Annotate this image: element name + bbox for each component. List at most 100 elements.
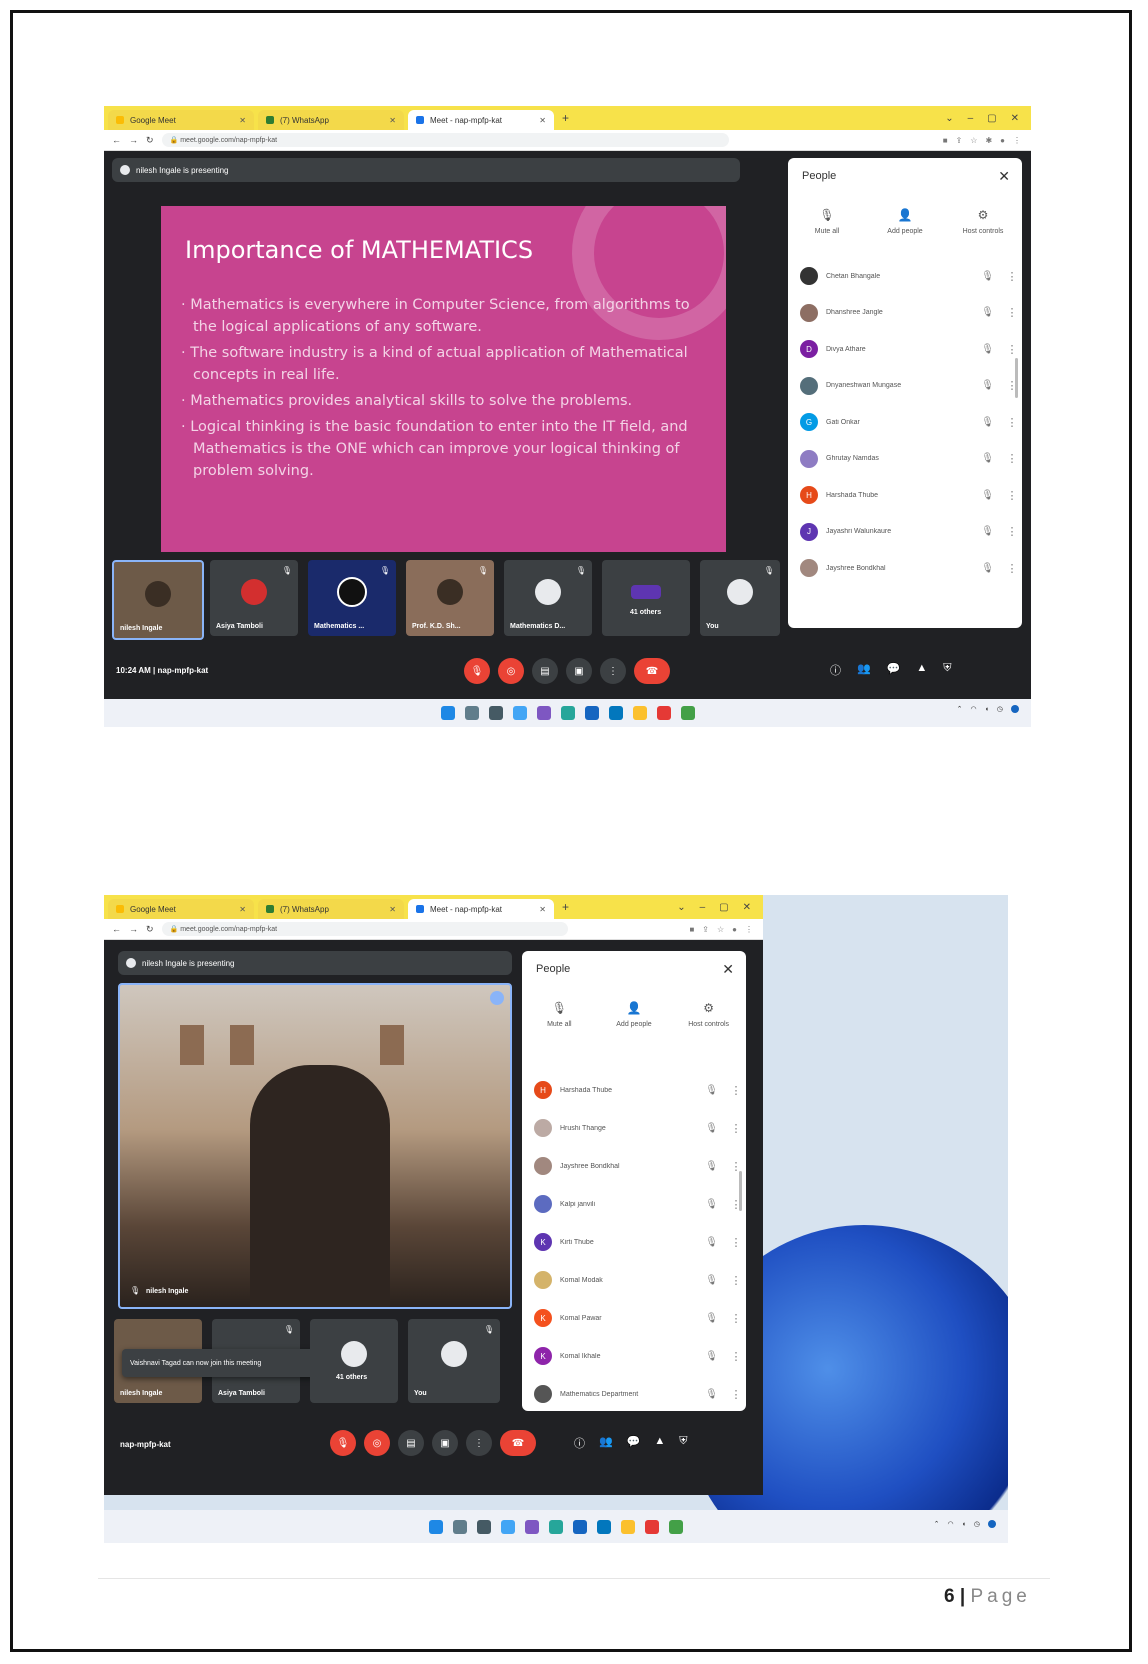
participant-row[interactable]: J Jayashri Walunkaure 🎙 ⋮	[788, 514, 1022, 551]
participant-tile[interactable]: 🎙 Asiya Tamboli	[210, 560, 298, 636]
chat-icon[interactable]: 💬	[627, 1435, 641, 1451]
widgets-icon[interactable]	[512, 706, 527, 720]
mic-off-icon[interactable]: 🎙	[705, 1351, 718, 1362]
more-icon[interactable]: ⋮	[726, 1122, 746, 1135]
participant-row[interactable]: K Komal Ikhale 🎙 ⋮	[522, 1337, 746, 1375]
participant-row[interactable]: Kalpi janvili 🎙 ⋮	[522, 1185, 746, 1223]
tab-whatsapp[interactable]: (7) WhatsApp ✕	[258, 899, 404, 919]
main-video-tile[interactable]: 🎙 nilesh Ingale	[118, 983, 512, 1309]
task-view-icon[interactable]	[488, 706, 503, 720]
host-controls-button[interactable]: ⚙ Host controls	[679, 1001, 739, 1028]
mic-off-icon[interactable]: 🎙	[705, 1313, 718, 1324]
participant-row[interactable]: Jayshree Bondkhal 🎙 ⋮	[522, 1147, 746, 1185]
more-icon[interactable]: ⋮	[1002, 525, 1022, 538]
extension-icon[interactable]: ✱	[985, 136, 992, 145]
participant-row[interactable]: Dnyaneshwari Mungase 🎙 ⋮	[788, 368, 1022, 405]
pin-icon[interactable]	[490, 991, 504, 1005]
host-controls-button[interactable]: ⚙ Host controls	[953, 208, 1013, 235]
chat-app-icon[interactable]	[536, 706, 551, 720]
more-icon[interactable]: ⋮	[1002, 562, 1022, 575]
back-icon[interactable]: ←	[112, 135, 121, 145]
participant-tile[interactable]: 41 others	[602, 560, 690, 636]
more-icon[interactable]: ⋮	[1002, 489, 1022, 502]
participant-tile[interactable]: 41 others	[310, 1319, 398, 1403]
wifi-icon[interactable]: ◠	[971, 705, 977, 713]
office-icon[interactable]	[645, 1519, 659, 1534]
url-field[interactable]: 🔒 meet.google.com/nap-mpfp-kat	[161, 922, 569, 936]
more-icon[interactable]: ⋮	[726, 1084, 746, 1097]
star-icon[interactable]: ☆	[717, 925, 724, 934]
info-icon[interactable]: ⓘ	[574, 1435, 585, 1451]
camera-toggle-button[interactable]: ◎	[498, 658, 524, 684]
maximize-icon[interactable]: ▢	[719, 902, 728, 913]
close-icon[interactable]: ✕	[539, 905, 546, 914]
mic-off-icon[interactable]: 🎙	[705, 1123, 718, 1134]
edge-icon[interactable]	[560, 706, 575, 720]
more-icon[interactable]: ⋮	[1002, 379, 1022, 392]
close-icon[interactable]: ✕	[722, 961, 734, 978]
mute-all-button[interactable]: 🎙 Mute all	[797, 208, 857, 235]
participant-tile[interactable]: 🎙 You	[700, 560, 780, 636]
more-icon[interactable]: ⋮	[726, 1312, 746, 1325]
close-icon[interactable]: ✕	[998, 168, 1010, 185]
more-icon[interactable]: ⋮	[726, 1160, 746, 1173]
close-icon[interactable]: ✕	[1011, 113, 1019, 124]
profile-icon[interactable]: ●	[1000, 136, 1005, 145]
captions-button[interactable]: ▤	[398, 1430, 424, 1456]
mic-off-icon[interactable]: 🎙	[705, 1389, 718, 1400]
participant-tile[interactable]: 🎙 You	[408, 1319, 500, 1403]
add-people-button[interactable]: 👤 Add people	[875, 208, 935, 235]
star-icon[interactable]: ☆	[970, 136, 977, 145]
participant-row[interactable]: Hrushi Thange 🎙 ⋮	[522, 1109, 746, 1147]
close-icon[interactable]: ✕	[239, 905, 246, 914]
clock-icon[interactable]: ◷	[997, 705, 1003, 713]
mic-off-icon[interactable]: 🎙	[981, 526, 994, 537]
more-icon[interactable]: ⋮	[745, 925, 753, 934]
tab-whatsapp[interactable]: (7) WhatsApp ✕	[258, 110, 404, 130]
windows-start-icon[interactable]	[440, 706, 455, 720]
more-icon[interactable]: ⋮	[1013, 136, 1021, 145]
mic-off-icon[interactable]: 🎙	[981, 490, 994, 501]
scrollbar[interactable]	[1015, 358, 1018, 398]
reload-icon[interactable]: ↻	[146, 924, 154, 935]
mic-off-icon[interactable]: 🎙	[705, 1199, 718, 1210]
present-button[interactable]: ▣	[432, 1430, 458, 1456]
store-icon[interactable]	[584, 706, 599, 720]
participant-row[interactable]: Ghrutay Namdas 🎙 ⋮	[788, 441, 1022, 478]
participant-row[interactable]: G Gati Onkar 🎙 ⋮	[788, 404, 1022, 441]
close-icon[interactable]: ✕	[239, 116, 246, 125]
participant-row[interactable]: Chetan Bhangale 🎙 ⋮	[788, 258, 1022, 295]
participant-tile[interactable]: 🎙 Mathematics D...	[504, 560, 592, 636]
host-controls-icon[interactable]: ⛨	[679, 1435, 687, 1451]
profile-icon[interactable]: ●	[732, 925, 737, 934]
people-icon[interactable]: 👥	[857, 662, 871, 678]
chrome-icon[interactable]	[669, 1519, 683, 1534]
participant-row[interactable]: D Divya Athare 🎙 ⋮	[788, 331, 1022, 368]
tab-google-meet[interactable]: Google Meet ✕	[108, 110, 254, 130]
activities-icon[interactable]: ▲	[654, 1435, 665, 1451]
more-icon[interactable]: ⋮	[1002, 306, 1022, 319]
forward-icon[interactable]: →	[129, 135, 138, 145]
volume-icon[interactable]: ◖	[985, 706, 989, 713]
store-icon[interactable]	[573, 1519, 587, 1534]
mic-off-icon[interactable]: 🎙	[981, 453, 994, 464]
mic-off-icon[interactable]: 🎙	[981, 271, 994, 282]
windows-start-icon[interactable]	[429, 1519, 443, 1534]
more-icon[interactable]: ⋮	[726, 1198, 746, 1211]
people-icon[interactable]: 👥	[599, 1435, 613, 1451]
reload-icon[interactable]: ↻	[146, 135, 154, 146]
add-people-button[interactable]: 👤 Add people	[604, 1001, 664, 1028]
mic-off-icon[interactable]: 🎙	[705, 1275, 718, 1286]
clock-icon[interactable]: ◷	[974, 1520, 980, 1528]
chevron-up-icon[interactable]: ⌃	[934, 1520, 940, 1528]
leave-call-button[interactable]: ☎	[500, 1430, 536, 1456]
chevron-down-icon[interactable]: ⌄	[677, 902, 685, 913]
minimize-icon[interactable]: –	[968, 113, 974, 124]
share-icon[interactable]: ⇪	[956, 136, 963, 145]
participant-tile[interactable]: 🎙 Prof. K.D. Sh...	[406, 560, 494, 636]
wifi-icon[interactable]: ◠	[948, 1520, 954, 1528]
office-icon[interactable]	[656, 706, 671, 720]
file-explorer-icon[interactable]	[621, 1519, 635, 1534]
participant-row[interactable]: Dhanshree Jangle 🎙 ⋮	[788, 295, 1022, 332]
participant-tile[interactable]: 🎙 Mathematics ...	[308, 560, 396, 636]
